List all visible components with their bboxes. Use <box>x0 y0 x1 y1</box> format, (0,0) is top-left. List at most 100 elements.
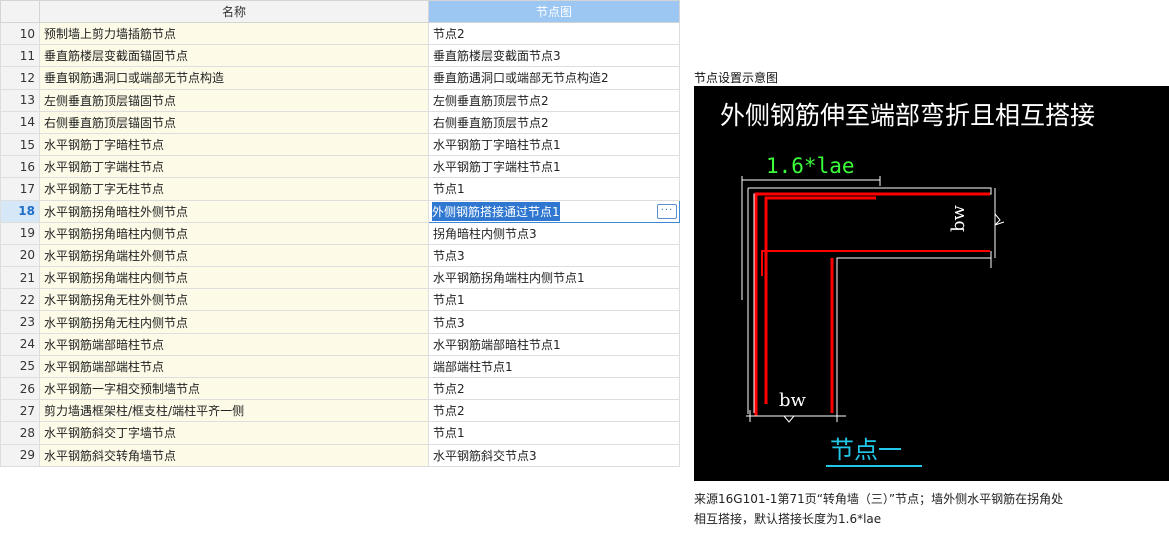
table-row[interactable]: 21 水平钢筋拐角端柱内侧节点 水平钢筋拐角端柱内侧节点1 <box>0 266 680 290</box>
table-row[interactable]: 15 水平钢筋丁字暗柱节点 水平钢筋丁字暗柱节点1 <box>0 132 680 157</box>
node-settings-table: 名称 节点图 10 预制墙上剪力墙插筋节点 节点2 11 垂直筋楼层变截面锚固节点 垂直筋… <box>0 0 680 467</box>
caption-line-1: 来源16G101-1第71页“转角墙（三）”节点；墙外侧水平钢筋在拐角处 <box>694 492 1064 506</box>
row-node-cell[interactable]: 节点1 <box>428 177 680 201</box>
table-row[interactable]: 23 水平钢筋拐角无柱内侧节点 节点3 <box>0 310 680 334</box>
row-name-cell[interactable]: 水平钢筋斜交丁字墙节点 <box>39 421 429 445</box>
table-row[interactable]: 12 垂直钢筋遇洞口或端部无节点构造 垂直筋遇洞口或端部无节点构造2 <box>0 66 680 90</box>
row-name-cell[interactable]: 水平钢筋端部端柱节点 <box>39 354 429 379</box>
row-index-cell[interactable]: 17 <box>0 177 40 201</box>
row-index-cell[interactable]: 18 <box>0 199 40 223</box>
row-node-cell[interactable]: 端部端柱节点1 <box>428 354 680 379</box>
row-node-cell[interactable]: 水平钢筋丁字暗柱节点1 <box>428 132 680 157</box>
table-row[interactable]: 24 水平钢筋端部暗柱节点 水平钢筋端部暗柱节点1 <box>0 332 680 356</box>
row-name-cell[interactable]: 右侧垂直筋顶层锚固节点 <box>39 110 429 134</box>
row-name-cell[interactable]: 水平钢筋斜交转角墙节点 <box>39 443 429 467</box>
row-name-cell[interactable]: 水平钢筋拐角暗柱外侧节点 <box>39 199 429 223</box>
row-name-cell[interactable]: 垂直筋楼层变截面锚固节点 <box>39 44 429 68</box>
row-index-cell[interactable]: 26 <box>0 376 40 401</box>
table-body: 10 预制墙上剪力墙插筋节点 节点2 11 垂直筋楼层变截面锚固节点 垂直筋楼层变截面节点… <box>0 21 680 467</box>
row-node-cell[interactable]: 外侧钢筋搭接通过节点1 ··· <box>428 199 680 223</box>
row-node-cell[interactable]: 节点2 <box>428 21 680 46</box>
row-node-cell[interactable]: 节点1 <box>428 288 680 312</box>
diagram-caption: 来源16G101-1第71页“转角墙（三）”节点；墙外侧水平钢筋在拐角处 相互搭… <box>694 489 1169 529</box>
row-index-cell[interactable]: 13 <box>0 88 40 112</box>
table-row[interactable]: 10 预制墙上剪力墙插筋节点 节点2 <box>0 21 680 46</box>
row-name-cell[interactable]: 水平钢筋拐角端柱内侧节点 <box>39 266 429 290</box>
table-row[interactable]: 11 垂直筋楼层变截面锚固节点 垂直筋楼层变截面节点3 <box>0 44 680 68</box>
node-name-label: 节点一 <box>830 436 902 464</box>
row-index-cell[interactable]: 24 <box>0 332 40 356</box>
row-index-cell[interactable]: 12 <box>0 66 40 90</box>
table-row[interactable]: 19 水平钢筋拐角暗柱内侧节点 拐角暗柱内侧节点3 <box>0 221 680 245</box>
bw-bottom-label: bw <box>779 390 807 411</box>
row-node-cell[interactable]: 节点2 <box>428 376 680 401</box>
row-name-cell[interactable]: 水平钢筋端部暗柱节点 <box>39 332 429 356</box>
lapped-rebar <box>764 196 876 404</box>
row-index-cell[interactable]: 23 <box>0 310 40 334</box>
row-node-cell[interactable]: 拐角暗柱内侧节点3 <box>428 221 680 245</box>
preview-panel-title: 节点设置示意图 <box>694 71 779 85</box>
row-node-cell[interactable]: 水平钢筋端部暗柱节点1 <box>428 332 680 356</box>
row-index-cell[interactable]: 16 <box>0 155 40 179</box>
row-node-cell[interactable]: 节点3 <box>428 310 680 334</box>
table-row[interactable]: 20 水平钢筋拐角端柱外侧节点 节点3 <box>0 243 680 268</box>
row-node-cell[interactable]: 水平钢筋丁字端柱节点1 <box>428 155 680 179</box>
row-node-cell[interactable]: 节点3 <box>428 243 680 268</box>
bw-right-break-mark <box>994 213 1005 226</box>
row-name-cell[interactable]: 水平钢筋拐角无柱内侧节点 <box>39 310 429 334</box>
row-node-cell[interactable]: 垂直筋遇洞口或端部无节点构造2 <box>428 66 680 90</box>
inner-horizontal-rebar <box>761 250 990 276</box>
row-name-cell[interactable]: 剪力墙遇框架柱/框支柱/端柱平齐一侧 <box>39 399 429 423</box>
table-row[interactable]: 17 水平钢筋丁字无柱节点 节点1 <box>0 177 680 201</box>
node-cell-edit-text[interactable]: 外侧钢筋搭接通过节点1 <box>432 201 560 221</box>
node-column-header[interactable]: 节点图 <box>428 0 680 23</box>
table-row[interactable]: 28 水平钢筋斜交丁字墙节点 节点1 <box>0 421 680 445</box>
row-index-cell[interactable]: 15 <box>0 132 40 157</box>
node-diagram-drawing: 外侧钢筋伸至端部弯折且相互搭接 1.6*lae bw bw 节点一 <box>720 101 1095 467</box>
row-name-cell[interactable]: 水平钢筋一字相交预制墙节点 <box>39 376 429 401</box>
table-row[interactable]: 13 左侧垂直筋顶层锚固节点 左侧垂直筋顶层节点2 <box>0 88 680 112</box>
row-index-cell[interactable]: 21 <box>0 266 40 290</box>
row-index-cell[interactable]: 11 <box>0 44 40 68</box>
row-index-cell[interactable]: 25 <box>0 354 40 379</box>
table-row[interactable]: 29 水平钢筋斜交转角墙节点 水平钢筋斜交节点3 <box>0 443 680 467</box>
row-node-cell[interactable]: 节点1 <box>428 421 680 445</box>
row-node-cell[interactable]: 垂直筋楼层变截面节点3 <box>428 44 680 68</box>
row-name-cell[interactable]: 水平钢筋丁字暗柱节点 <box>39 132 429 157</box>
row-node-cell[interactable]: 水平钢筋斜交节点3 <box>428 443 680 467</box>
table-row[interactable]: 27 剪力墙遇框架柱/框支柱/端柱平齐一侧 节点2 <box>0 399 680 423</box>
name-column-header[interactable]: 名称 <box>39 0 429 23</box>
table-header-row: 名称 节点图 <box>0 0 680 23</box>
row-node-cell[interactable]: 右侧垂直筋顶层节点2 <box>428 110 680 134</box>
row-index-cell[interactable]: 27 <box>0 399 40 423</box>
row-index-cell[interactable]: 29 <box>0 443 40 467</box>
table-row[interactable]: 14 右侧垂直筋顶层锚固节点 右侧垂直筋顶层节点2 <box>0 110 680 134</box>
row-node-cell[interactable]: 节点2 <box>428 399 680 423</box>
row-name-cell[interactable]: 水平钢筋拐角暗柱内侧节点 <box>39 221 429 245</box>
row-index-cell[interactable]: 22 <box>0 288 40 312</box>
lap-length-label: 1.6*lae <box>766 154 855 178</box>
node-cell-editor[interactable]: 外侧钢筋搭接通过节点1 ··· <box>432 201 677 221</box>
row-name-cell[interactable]: 左侧垂直筋顶层锚固节点 <box>39 88 429 112</box>
table-row[interactable]: 25 水平钢筋端部端柱节点 端部端柱节点1 <box>0 354 680 379</box>
row-name-cell[interactable]: 水平钢筋丁字无柱节点 <box>39 177 429 201</box>
row-name-cell[interactable]: 水平钢筋丁字端柱节点 <box>39 155 429 179</box>
row-node-cell[interactable]: 左侧垂直筋顶层节点2 <box>428 88 680 112</box>
row-index-cell[interactable]: 19 <box>0 221 40 245</box>
row-name-cell[interactable]: 垂直钢筋遇洞口或端部无节点构造 <box>39 66 429 90</box>
table-row[interactable]: 16 水平钢筋丁字端柱节点 水平钢筋丁字端柱节点1 <box>0 155 680 179</box>
table-row[interactable]: 22 水平钢筋拐角无柱外侧节点 节点1 <box>0 288 680 312</box>
row-index-cell[interactable]: 28 <box>0 421 40 445</box>
row-name-cell[interactable]: 水平钢筋拐角无柱外侧节点 <box>39 288 429 312</box>
row-name-cell[interactable]: 预制墙上剪力墙插筋节点 <box>39 21 429 46</box>
row-index-cell[interactable]: 20 <box>0 243 40 268</box>
index-column-header <box>0 0 40 23</box>
row-index-cell[interactable]: 14 <box>0 110 40 134</box>
table-row[interactable]: 18 水平钢筋拐角暗柱外侧节点 外侧钢筋搭接通过节点1 ··· <box>0 199 680 223</box>
row-node-cell[interactable]: 水平钢筋拐角端柱内侧节点1 <box>428 266 680 290</box>
row-name-cell[interactable]: 水平钢筋拐角端柱外侧节点 <box>39 243 429 268</box>
ellipsis-button[interactable]: ··· <box>657 203 677 219</box>
row-index-cell[interactable]: 10 <box>0 21 40 46</box>
wall-inner-edge <box>836 257 991 413</box>
table-row[interactable]: 26 水平钢筋一字相交预制墙节点 节点2 <box>0 376 680 401</box>
